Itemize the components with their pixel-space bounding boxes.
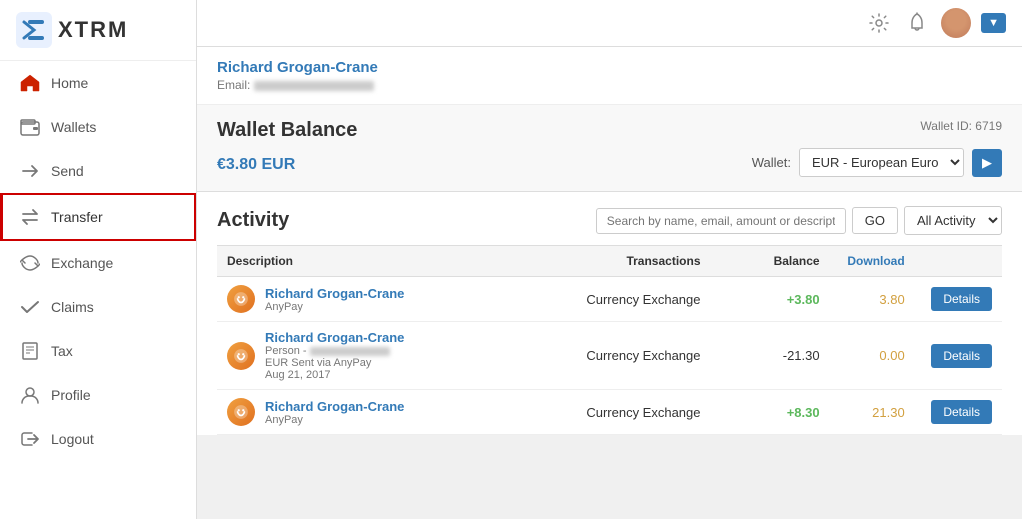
download-link[interactable]: Download <box>847 254 904 268</box>
row1-description: Currency Exchange <box>557 277 710 322</box>
row2-tx-icon <box>227 342 255 370</box>
sidebar-item-logout[interactable]: Logout <box>0 417 196 461</box>
row2-description: Currency Exchange <box>557 322 710 390</box>
col-header-action <box>915 246 1002 277</box>
row2-transaction: -21.30 <box>711 322 830 390</box>
sidebar-item-profile-label: Profile <box>51 387 91 403</box>
row2-sub3: Aug 21, 2017 <box>265 369 404 381</box>
sidebar-item-transfer[interactable]: Transfer <box>0 193 196 241</box>
search-input[interactable] <box>596 208 846 234</box>
row2-balance: 0.00 <box>830 322 915 390</box>
sidebar-item-exchange-label: Exchange <box>51 255 113 271</box>
sidebar-item-wallets[interactable]: Wallets <box>0 105 196 149</box>
profile-section: Richard Grogan-Crane Email: <box>197 47 1022 105</box>
settings-icon[interactable] <box>865 9 893 37</box>
row1-action: Details <box>915 277 1002 322</box>
home-icon <box>19 72 41 94</box>
row3-action: Details <box>915 390 1002 435</box>
user-dropdown-button[interactable]: ▼ <box>981 13 1006 33</box>
row3-transaction: +8.30 <box>711 390 830 435</box>
row2-sub2: EUR Sent via AnyPay <box>265 357 404 369</box>
col-header-download: Download <box>830 246 915 277</box>
bell-icon[interactable] <box>903 9 931 37</box>
sidebar-item-send-label: Send <box>51 163 84 179</box>
wallet-balance-section: Wallet Balance Wallet ID: 6719 €3.80 EUR… <box>197 105 1022 192</box>
transfer-icon <box>19 206 41 228</box>
row3-sender: Richard Grogan-Crane AnyPay <box>217 390 557 435</box>
sidebar-item-claims-label: Claims <box>51 299 94 315</box>
wallet-select[interactable]: EUR - European Euro USD - US Dollar GBP … <box>799 148 964 177</box>
logo-icon <box>16 12 52 48</box>
go-button[interactable]: GO <box>852 207 898 234</box>
sidebar-item-logout-label: Logout <box>51 431 94 447</box>
wallet-balance-title: Wallet Balance <box>217 119 357 142</box>
table-row: Richard Grogan-Crane Person - EUR Sent v… <box>217 322 1002 390</box>
logout-icon <box>19 428 41 450</box>
col-header-transactions: Transactions <box>557 246 710 277</box>
sidebar-item-tax-label: Tax <box>51 343 73 359</box>
sidebar-item-claims[interactable]: Claims <box>0 285 196 329</box>
row3-sub: AnyPay <box>265 414 404 426</box>
table-row: Richard Grogan-Crane AnyPay Currency Exc… <box>217 390 1002 435</box>
send-icon <box>19 160 41 182</box>
row3-description: Currency Exchange <box>557 390 710 435</box>
row2-name: Richard Grogan-Crane <box>265 330 404 345</box>
activity-table: Description Transactions Balance Downloa… <box>217 245 1002 435</box>
sidebar-item-tax[interactable]: Tax <box>0 329 196 373</box>
row3-details-button[interactable]: Details <box>931 400 992 424</box>
profile-email: Email: <box>217 78 1002 92</box>
row3-name: Richard Grogan-Crane <box>265 399 404 414</box>
nav-menu: Home Wallets Send <box>0 61 196 461</box>
row1-details-button[interactable]: Details <box>931 287 992 311</box>
row2-action: Details <box>915 322 1002 390</box>
row2-sub: Person - <box>265 345 404 357</box>
wallet-go-button[interactable]: ▶ <box>972 149 1002 177</box>
row1-tx-icon <box>227 285 255 313</box>
tax-icon <box>19 340 41 362</box>
sidebar-item-wallets-label: Wallets <box>51 119 96 135</box>
logo-text: XTRM <box>58 17 128 43</box>
row3-tx-icon <box>227 398 255 426</box>
exchange-icon <box>19 252 41 274</box>
email-label: Email: <box>217 78 250 92</box>
claims-icon <box>19 296 41 318</box>
profile-name: Richard Grogan-Crane <box>217 59 1002 76</box>
wallet-id: Wallet ID: 6719 <box>920 119 1002 133</box>
sidebar-item-home-label: Home <box>51 75 88 91</box>
table-row: Richard Grogan-Crane AnyPay Currency Exc… <box>217 277 1002 322</box>
main-content: ▼ Richard Grogan-Crane Email: Wallet Bal… <box>197 0 1022 519</box>
sidebar-item-profile[interactable]: Profile <box>0 373 196 417</box>
wallet-controls: Wallet: EUR - European Euro USD - US Dol… <box>752 148 1002 177</box>
topbar: ▼ <box>197 0 1022 47</box>
col-header-balance: Balance <box>711 246 830 277</box>
row3-balance: 21.30 <box>830 390 915 435</box>
row2-sender: Richard Grogan-Crane Person - EUR Sent v… <box>217 322 557 390</box>
activity-header: Activity GO All Activity Received Sent <box>217 206 1002 235</box>
wallets-icon <box>19 116 41 138</box>
activity-controls: GO All Activity Received Sent <box>596 206 1002 235</box>
activity-section: Activity GO All Activity Received Sent D… <box>197 192 1022 435</box>
wallet-balance-amount: €3.80 EUR <box>217 156 295 174</box>
sidebar-item-exchange[interactable]: Exchange <box>0 241 196 285</box>
logo-area: XTRM <box>0 0 196 61</box>
activity-title: Activity <box>217 209 289 232</box>
row1-transaction: +3.80 <box>711 277 830 322</box>
row1-sender: Richard Grogan-Crane AnyPay <box>217 277 557 322</box>
row1-balance: 3.80 <box>830 277 915 322</box>
sidebar: XTRM Home Wallets <box>0 0 197 519</box>
sidebar-item-transfer-label: Transfer <box>51 209 103 225</box>
col-header-description: Description <box>217 246 557 277</box>
content-area: Richard Grogan-Crane Email: Wallet Balan… <box>197 47 1022 519</box>
wallet-selector-label: Wallet: <box>752 155 791 170</box>
row1-name: Richard Grogan-Crane <box>265 286 404 301</box>
row1-sub: AnyPay <box>265 301 404 313</box>
email-value-blurred <box>254 81 374 91</box>
sidebar-item-home[interactable]: Home <box>0 61 196 105</box>
row2-email-blurred <box>310 347 390 356</box>
profile-icon <box>19 384 41 406</box>
avatar[interactable] <box>941 8 971 38</box>
sidebar-item-send[interactable]: Send <box>0 149 196 193</box>
activity-filter-select[interactable]: All Activity Received Sent <box>904 206 1002 235</box>
row2-details-button[interactable]: Details <box>931 344 992 368</box>
